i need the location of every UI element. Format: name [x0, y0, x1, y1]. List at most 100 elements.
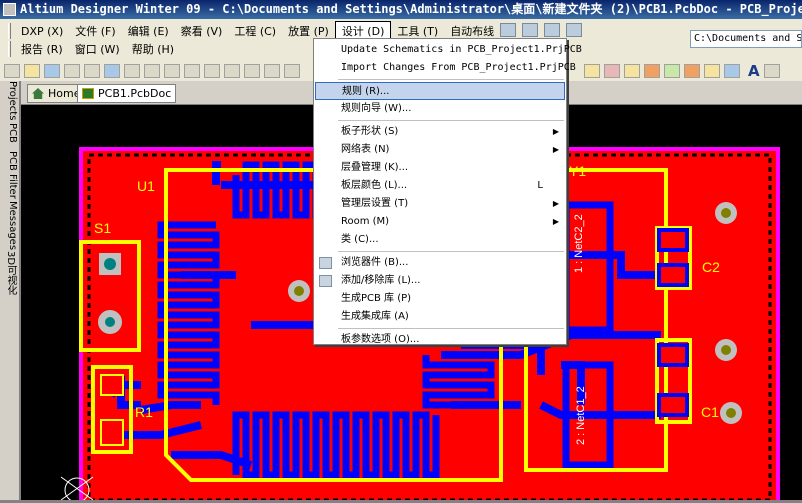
design-menu-item-10[interactable]: 管理层设置 (T) ▶: [315, 195, 565, 213]
home-icon: [32, 88, 44, 99]
place-arc-icon[interactable]: [664, 64, 680, 78]
menu-item-label: 浏览器件 (B)...: [341, 257, 409, 268]
design-menu-dropdown: Update Schematics in PCB_Project1.PrjPCB…: [313, 38, 582, 345]
align-tool-icon[interactable]: [522, 23, 538, 37]
place-polygon-icon[interactable]: [704, 64, 720, 78]
open-icon[interactable]: [24, 64, 40, 78]
design-menu-item-1[interactable]: Import Changes From PCB_Project1.PrjPCB: [315, 59, 576, 77]
3d-view-icon[interactable]: [104, 64, 120, 78]
menu-item-row2-2[interactable]: 帮助 (H): [126, 40, 180, 58]
menu-shortcut: L: [537, 180, 543, 191]
menu-item-label: Update Schematics in PCB_Project1.PrjPCB: [341, 44, 582, 55]
place-via-icon[interactable]: [644, 64, 660, 78]
paste-icon[interactable]: [244, 64, 260, 78]
menu-item-label: 板层颜色 (L)...: [341, 180, 408, 191]
zoom-area-icon[interactable]: [144, 64, 160, 78]
tab-pcb1-label: PCB1.PcbDoc: [98, 87, 172, 100]
c2-pad-1: [657, 228, 689, 252]
place-pad-icon[interactable]: [624, 64, 640, 78]
c2-pad-2: [657, 263, 689, 287]
r1-pad-2: [100, 419, 124, 446]
menu-item-label: Import Changes From PCB_Project1.PrjPCB: [341, 62, 576, 73]
menu-item-label: 添加/移除库 (L)...: [341, 275, 421, 286]
copy-icon[interactable]: [224, 64, 240, 78]
place-coordinate-icon[interactable]: [763, 64, 780, 78]
submenu-arrow-icon: ▶: [552, 217, 559, 226]
print-icon[interactable]: [64, 64, 80, 78]
new-icon[interactable]: [4, 64, 20, 78]
zoom-filter-icon[interactable]: [184, 64, 200, 78]
panel-tab-0[interactable]: Projects: [2, 81, 18, 120]
toolbar-grip: [8, 41, 11, 57]
select-tool-icon[interactable]: [544, 23, 560, 37]
print-preview-icon[interactable]: [84, 64, 100, 78]
menu-item-row1-0[interactable]: DXP (X): [15, 24, 69, 39]
panel-tab-1[interactable]: PCB: [2, 123, 18, 143]
panel-tab-2[interactable]: PCB Filter: [2, 151, 18, 199]
tab-pcb1[interactable]: PCB1.PcbDoc: [77, 84, 177, 103]
panel-tab-4[interactable]: 3D可视化: [2, 251, 18, 295]
menu-item-row1-4[interactable]: 工程 (C): [228, 22, 282, 40]
net-label-c2: 1 : NetC2_2: [573, 214, 585, 273]
wire-tool-icon[interactable]: [500, 23, 516, 37]
design-menu-item-6[interactable]: 板子形状 (S) ▶: [315, 123, 565, 141]
c1-pad-2: [657, 393, 689, 417]
designator-r1: R1: [135, 404, 153, 420]
design-menu-item-19[interactable]: 板参数选项 (O)...: [315, 331, 565, 349]
serpentine-left: [157, 221, 220, 405]
menu-separator: [338, 120, 564, 121]
menu-item-label: 规则向导 (W)...: [341, 103, 412, 114]
design-menu-item-17[interactable]: 生成集成库 (A): [315, 308, 565, 326]
design-menu-item-14[interactable]: 浏览器件 (B)...: [315, 254, 565, 272]
zoom-selected-icon[interactable]: [164, 64, 180, 78]
menu-item-label: 层叠管理 (K)...: [341, 162, 409, 173]
rubber-stamp-icon[interactable]: [264, 64, 280, 78]
zoom-fit-icon[interactable]: [124, 64, 140, 78]
grid-tool-icon[interactable]: [566, 23, 582, 37]
design-menu-item-8[interactable]: 层叠管理 (K)...: [315, 159, 565, 177]
menu-item-label: 规则 (R)...: [342, 86, 390, 97]
designator-c1: C1: [701, 404, 719, 420]
design-menu-item-7[interactable]: 网络表 (N) ▶: [315, 141, 565, 159]
place-string-icon[interactable]: A: [748, 62, 760, 80]
menu-item-label: 管理层设置 (T): [341, 198, 409, 209]
interactive-route-icon[interactable]: [584, 64, 600, 78]
place-component-icon[interactable]: [724, 64, 740, 78]
library-icon: [319, 257, 332, 269]
designator-u1: U1: [137, 178, 155, 194]
menu-item-row1-1[interactable]: 文件 (F): [69, 22, 121, 40]
menu-item-row1-3[interactable]: 察看 (V): [175, 22, 229, 40]
s1-pad-2-hole: [105, 317, 115, 327]
design-menu-item-0[interactable]: Update Schematics in PCB_Project1.PrjPCB: [315, 41, 582, 59]
design-menu-item-11[interactable]: Room (M) ▶: [315, 213, 565, 231]
menu-item-row1-2[interactable]: 编辑 (E): [122, 22, 175, 40]
tab-home-label: Home: [48, 87, 81, 100]
menu-separator: [338, 251, 564, 252]
diff-pair-route-icon[interactable]: [604, 64, 620, 78]
designator-c2: C2: [702, 259, 720, 275]
design-menu-item-16[interactable]: 生成PCB 库 (P): [315, 290, 565, 308]
r1-pad-1: [100, 374, 124, 396]
window-title: Altium Designer Winter 09 - C:\Documents…: [20, 2, 802, 16]
save-icon[interactable]: [44, 64, 60, 78]
design-menu-item-15[interactable]: 添加/移除库 (L)...: [315, 272, 565, 290]
library-icon: [319, 275, 332, 287]
menu-item-row2-1[interactable]: 窗口 (W): [69, 40, 126, 58]
menu-item-row2-0[interactable]: 报告 (R): [15, 40, 69, 58]
path-combobox[interactable]: C:\Documents and Settings: [690, 30, 802, 48]
cut-icon[interactable]: [204, 64, 220, 78]
design-menu-item-9[interactable]: 板层颜色 (L)... L: [315, 177, 565, 195]
select-area-icon[interactable]: [284, 64, 300, 78]
menu-item-label: 生成集成库 (A): [341, 311, 409, 322]
design-menu-item-3[interactable]: 规则 (R)...: [315, 82, 565, 100]
menu-item-label: 网络表 (N): [341, 144, 390, 155]
design-menu-item-4[interactable]: 规则向导 (W)...: [315, 100, 565, 118]
place-fill-icon[interactable]: [684, 64, 700, 78]
s1-pad-1-hole: [104, 258, 116, 270]
pcb-doc-icon: [82, 88, 94, 99]
menu-separator: [338, 328, 564, 329]
menu-separator: [338, 79, 564, 80]
menu-item-label: 生成PCB 库 (P): [341, 293, 412, 304]
panel-tab-3[interactable]: Messages: [2, 201, 18, 250]
design-menu-item-12[interactable]: 类 (C)...: [315, 231, 565, 249]
